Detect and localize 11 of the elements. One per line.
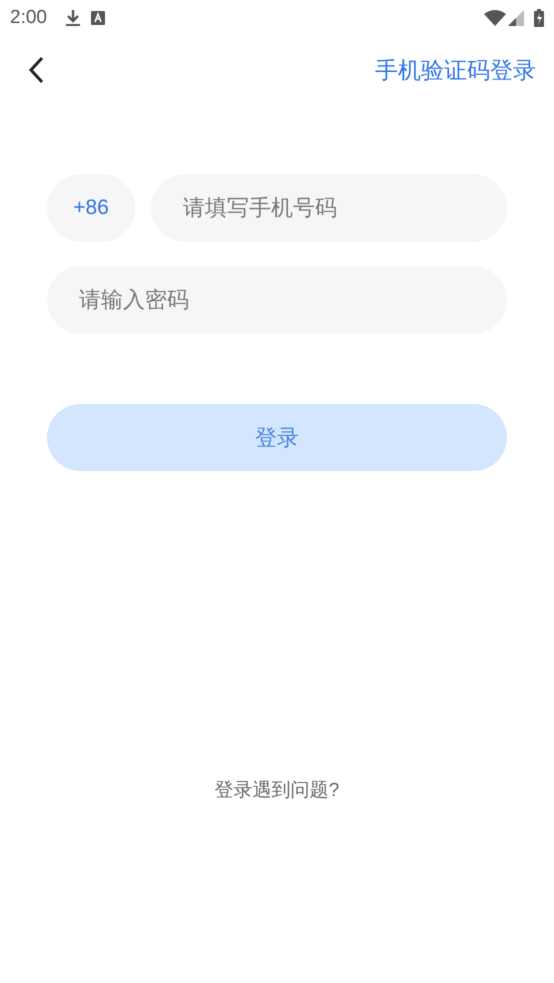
download-icon (64, 9, 81, 27)
help-link[interactable]: 登录遇到问题? (214, 777, 340, 806)
wifi-icon (484, 10, 506, 26)
country-code-button[interactable]: +86 (47, 174, 135, 242)
password-field[interactable]: 请输入密码 (47, 266, 507, 334)
signal-icon (508, 10, 524, 26)
keyboard-app-icon (90, 11, 105, 25)
sms-login-link[interactable]: 手机验证码登录 (375, 52, 536, 88)
phone-field[interactable]: 请填写手机号码 (151, 174, 507, 242)
status-time: 2:00 (10, 6, 47, 30)
battery-icon (534, 9, 544, 27)
